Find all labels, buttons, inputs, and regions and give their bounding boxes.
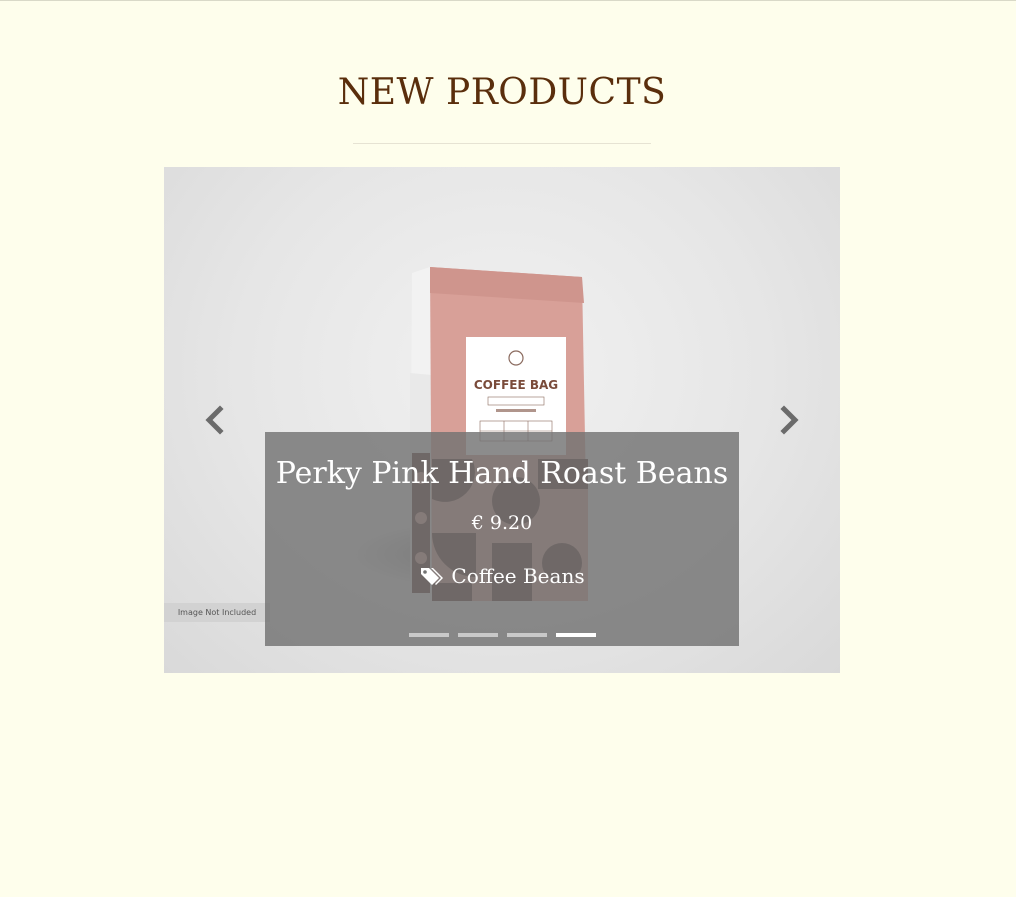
tags-icon bbox=[421, 568, 444, 585]
carousel-caption: Perky Pink Hand Roast Beans € 9.20 Coffe… bbox=[265, 432, 739, 646]
product-price: € 9.20 bbox=[471, 512, 533, 534]
carousel-indicators bbox=[265, 633, 739, 637]
carousel-prev-button[interactable] bbox=[200, 403, 230, 437]
carousel-indicator-1[interactable] bbox=[408, 633, 449, 637]
product-category-link[interactable]: Coffee Beans bbox=[265, 564, 739, 588]
carousel-next-button[interactable] bbox=[774, 403, 804, 437]
chevron-left-icon bbox=[205, 405, 224, 435]
product-name[interactable]: Perky Pink Hand Roast Beans bbox=[265, 456, 739, 491]
title-divider bbox=[353, 143, 651, 144]
top-divider bbox=[0, 0, 1016, 1]
chevron-right-icon bbox=[780, 405, 799, 435]
product-carousel[interactable]: COFFEE BAG Image Not Included Perky Pink… bbox=[164, 167, 840, 673]
carousel-indicator-2[interactable] bbox=[457, 633, 498, 637]
image-not-included-label: Image Not Included bbox=[164, 603, 270, 622]
carousel-indicator-3[interactable] bbox=[506, 633, 547, 637]
product-category-label: Coffee Beans bbox=[451, 564, 585, 588]
svg-text:COFFEE BAG: COFFEE BAG bbox=[474, 378, 558, 392]
carousel-indicator-4[interactable] bbox=[555, 633, 596, 637]
section-title: NEW PRODUCTS bbox=[337, 72, 667, 113]
